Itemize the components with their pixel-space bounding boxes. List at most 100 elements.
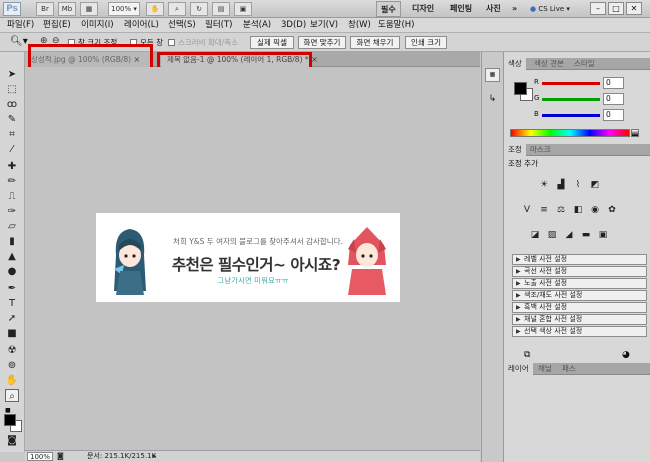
tab-swatches[interactable]: 색상 견본 [530,58,568,70]
zoom-tool-preset-icon[interactable]: 🔍︎▾ [10,36,28,47]
curves-icon[interactable]: ⌇ [571,179,585,191]
fill-screen-button[interactable]: 화면 채우기 [350,36,400,49]
lasso-tool-icon[interactable]: ꝏ [5,98,19,111]
tab-masks[interactable]: 마스크 [526,144,555,156]
clip-to-layer-icon[interactable]: ⧉ [524,350,530,360]
clone-stamp-tool-icon[interactable]: ⎍ [5,190,19,203]
workspace-essentials[interactable]: 필수 [376,1,401,17]
3d-rotate-tool-icon[interactable]: ☢ [5,344,19,357]
menu-view[interactable]: 보기(V) [310,19,338,32]
minimize-button[interactable]: – [590,2,606,15]
tab-styles[interactable]: 스타일 [570,58,599,70]
channel-b-input[interactable]: 0 [603,109,624,121]
tab-paths[interactable]: 패스 [558,363,580,375]
preset-selective-color[interactable]: ▶ 선택 색상 사전 설정 [512,326,647,337]
close-button[interactable]: ✕ [626,2,642,15]
actual-pixels-button[interactable]: 실제 픽셀 [250,36,294,49]
preset-levels[interactable]: ▶ 레벨 사전 설정 [512,254,647,265]
channel-g-input[interactable]: 0 [603,93,624,105]
bridge-button[interactable]: Br [36,2,54,16]
posterize-icon[interactable]: ▨ [545,229,559,241]
shape-tool-icon[interactable]: ■ [5,327,19,340]
zoom-field[interactable]: 100% [27,452,53,461]
maximize-button[interactable]: □ [608,2,624,15]
print-size-button[interactable]: 인쇄 크기 [405,36,447,49]
grayscale-ramp[interactable] [631,129,639,137]
color-spectrum-bar[interactable] [510,129,630,137]
scrubby-zoom-checkbox[interactable] [168,39,175,46]
vibrance-icon[interactable]: V [520,204,534,216]
default-colors-icon[interactable]: ■ [5,407,11,414]
preset-curves[interactable]: ▶ 곡선 사전 설정 [512,266,647,277]
levels-icon[interactable]: ▟ [554,179,568,191]
history-panel-icon[interactable]: ↳ [485,94,500,108]
channel-g-slider[interactable] [542,98,600,101]
arrange-documents-icon[interactable]: ▤ [212,2,230,16]
gradient-tool-icon[interactable]: ▮ [5,235,19,248]
brightness-contrast-icon[interactable]: ☀ [537,179,551,191]
photo-filter-icon[interactable]: ◉ [588,204,602,216]
invert-icon[interactable]: ◪ [528,229,542,241]
menu-analysis[interactable]: 분석(A) [243,19,271,32]
blur-tool-icon[interactable]: ▲ [5,250,19,263]
menu-window[interactable]: 창(W) [348,19,371,32]
pen-tool-icon[interactable]: ✒ [5,282,19,295]
3d-orbit-tool-icon[interactable]: ⊚ [5,359,19,372]
screen-mode-icon[interactable]: ▣ [234,2,252,16]
more-workspaces-button[interactable]: » [512,1,517,17]
menu-select[interactable]: 선택(S) [168,19,196,32]
menu-3d[interactable]: 3D(D) [281,19,306,32]
rotate-view-icon[interactable]: ↻ [190,2,208,16]
workspace-design[interactable]: 디자인 [412,1,434,17]
crop-tool-icon[interactable]: ⌗ [5,128,19,141]
channel-r-input[interactable]: 0 [603,77,624,89]
marquee-tool-icon[interactable]: ⬚ [5,83,19,96]
history-brush-tool-icon[interactable]: ✑ [5,205,19,218]
tab-adjustments[interactable]: 조정 [504,144,526,156]
channel-r-slider[interactable] [542,82,600,85]
zoom-level-dropdown[interactable]: 100% ▾ [108,2,140,16]
mini-bridge-button[interactable]: Mb [58,2,76,16]
menu-help[interactable]: 도움말(H) [378,19,414,32]
fit-screen-button[interactable]: 화면 맞추기 [298,36,346,49]
preset-channel-mixer[interactable]: ▶ 채널 혼합 사전 설정 [512,314,647,325]
color-foreground-swatch[interactable] [514,82,527,95]
healing-brush-tool-icon[interactable]: ✚ [5,160,19,173]
hand-tool-icon[interactable]: ✋ [146,2,164,16]
brush-tool-icon[interactable]: ✏ [5,175,19,188]
menu-image[interactable]: 이미지(I) [81,19,114,32]
preset-hue-saturation[interactable]: ▶ 색조/채도 사전 설정 [512,290,647,301]
type-tool-icon[interactable]: T [5,297,19,310]
eraser-tool-icon[interactable]: ▱ [5,220,19,233]
visibility-toggle-icon[interactable]: ◕ [622,350,630,360]
status-menu-arrow-icon[interactable]: ▸ [153,451,157,462]
dodge-tool-icon[interactable]: ● [5,265,19,278]
view-extras-icon[interactable]: ▦ [80,2,98,16]
channel-mixer-icon[interactable]: ✿ [605,204,619,216]
exposure-icon[interactable]: ◩ [588,179,602,191]
channel-b-slider[interactable] [542,114,600,117]
tab-layers[interactable]: 레이어 [504,363,533,375]
black-white-icon[interactable]: ◧ [571,204,585,216]
gradient-map-icon[interactable]: ▬ [579,229,593,241]
workspace-photography[interactable]: 사진 [486,1,501,17]
menu-edit[interactable]: 편집(E) [43,19,71,32]
color-balance-icon[interactable]: ⚖ [554,204,568,216]
path-select-tool-icon[interactable]: ➚ [5,312,19,325]
hue-saturation-icon[interactable]: ≡ [537,204,551,216]
menu-filter[interactable]: 필터(T) [205,19,232,32]
quick-mask-icon[interactable]: ◙ [5,434,19,447]
menu-file[interactable]: 파일(F) [7,19,34,32]
move-tool-icon[interactable]: ➤ [5,68,19,81]
zoom-tool-icon[interactable]: ⌕ [168,2,186,16]
selective-color-icon[interactable]: ▣ [596,229,610,241]
eyedropper-tool-icon[interactable]: ⁄ [5,143,19,156]
zoom-tool-icon[interactable]: ⌕ [5,389,19,402]
canvas-image[interactable]: 처희 Y&S 두 여자의 블로그를 찾아주셔서 감사합니다. 추천은 필수인거~… [96,213,400,302]
close-tab-icon[interactable]: × [311,55,318,64]
foreground-color-swatch[interactable] [4,414,16,426]
hand-tool-icon[interactable]: ✋ [5,374,19,387]
cs-live-button[interactable]: ● CS Live ▾ [530,1,570,17]
threshold-icon[interactable]: ◢ [562,229,576,241]
menu-layer[interactable]: 레이어(L) [124,19,159,32]
